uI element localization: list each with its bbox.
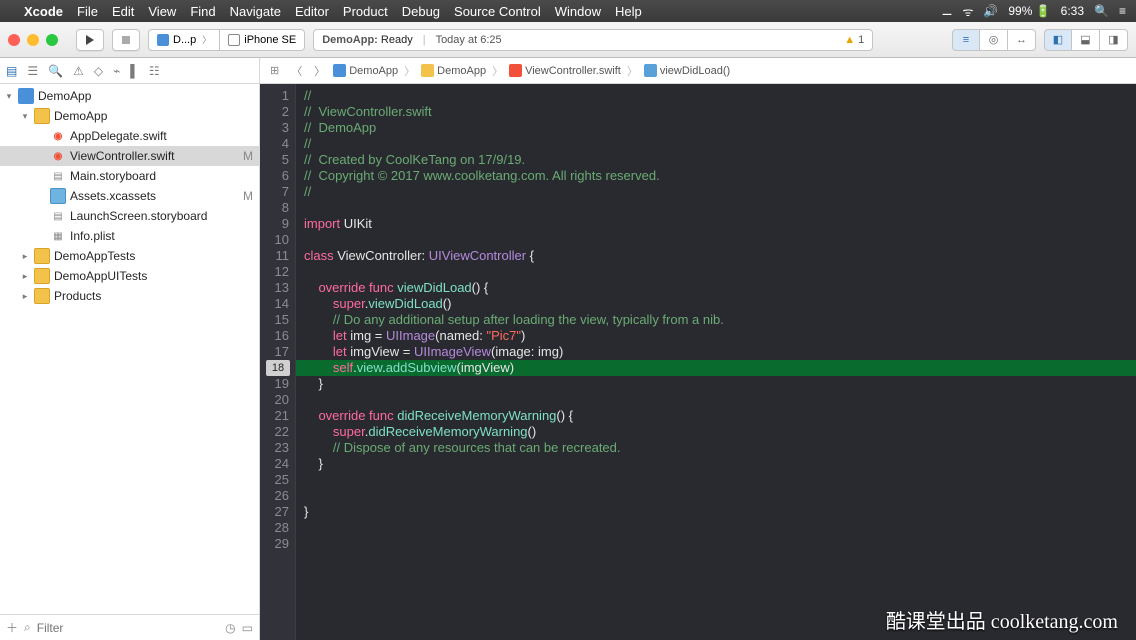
volume-icon[interactable]: 🔊 (983, 4, 998, 18)
scheme-selector[interactable]: D...p 〉 iPhone SE (148, 29, 305, 51)
tree-node[interactable]: Assets.xcassetsM (0, 186, 259, 206)
wifi-icon[interactable]: ᯤ (962, 3, 973, 20)
menu-view[interactable]: View (148, 4, 176, 19)
activity-app: DemoApp: (322, 34, 378, 46)
scheme-app-icon (157, 34, 169, 46)
navigator-selector[interactable]: ▤ ☰ 🔍 ⚠ ◇ ⌁ ▌ ☷ (0, 58, 259, 84)
menu-product[interactable]: Product (343, 4, 388, 19)
project-navigator-icon[interactable]: ▤ (6, 64, 17, 78)
tree-node[interactable]: ▸Products (0, 286, 259, 306)
add-button[interactable]: ＋ (6, 619, 18, 636)
navigator-sidebar: ▤ ☰ 🔍 ⚠ ◇ ⌁ ▌ ☷ ▾DemoApp▾DemoApp◉AppDele… (0, 58, 260, 640)
bluetooth-icon[interactable]: ⚊ (942, 4, 953, 18)
menu-window[interactable]: Window (555, 4, 601, 19)
toggle-navigator-button[interactable]: ◧ (1044, 29, 1072, 51)
xcode-toolbar: D...p 〉 iPhone SE DemoApp: Ready | Today … (0, 22, 1136, 58)
recent-filter-icon[interactable]: ◷ (225, 621, 235, 635)
tree-node[interactable]: ▤LaunchScreen.storyboard (0, 206, 259, 226)
tree-node[interactable]: ▤Main.storyboard (0, 166, 259, 186)
report-navigator-icon[interactable]: ☷ (149, 64, 160, 78)
project-icon (333, 64, 346, 77)
breakpoint-navigator-icon[interactable]: ▌ (130, 64, 139, 78)
toggle-inspector-button[interactable]: ◨ (1100, 29, 1128, 51)
menu-extras-icon[interactable]: ≡ (1119, 4, 1126, 18)
stop-button[interactable] (112, 29, 140, 51)
issues-indicator[interactable]: ▲1 (844, 34, 864, 46)
source-editor[interactable]: 1234567891011121314151617181819202122232… (260, 84, 1136, 640)
editor-area: ⊞ 〈 〉 DemoApp〉 DemoApp〉 ViewController.s… (260, 58, 1136, 640)
tree-node[interactable]: ▸DemoAppTests (0, 246, 259, 266)
watermark: 酷课堂出品 coolketang.com (886, 614, 1118, 630)
tree-node[interactable]: ▸DemoAppUITests (0, 266, 259, 286)
related-items-icon[interactable]: ⊞ (270, 64, 279, 77)
swift-file-icon (509, 64, 522, 77)
menu-navigate[interactable]: Navigate (230, 4, 281, 19)
issue-navigator-icon[interactable]: ⚠ (73, 64, 84, 78)
code-content[interactable]: //// ViewController.swift// DemoApp//// … (296, 84, 1136, 640)
filter-icon: ⌕ (24, 620, 31, 635)
editor-mode-segmented[interactable]: ≡ ◎ ↔ (952, 29, 1036, 51)
chevron-right-icon: 〉 (202, 33, 211, 46)
method-icon (644, 64, 657, 77)
activity-time: Today at 6:25 (436, 34, 502, 46)
battery-status[interactable]: 99% 🔋 (1008, 4, 1050, 18)
scheme-device-label: iPhone SE (244, 34, 296, 46)
clock[interactable]: 6:33 (1061, 4, 1084, 18)
navigator-filter-bar: ＋ ⌕ ◷ ▭ (0, 614, 259, 640)
version-editor-button[interactable]: ↔ (1008, 29, 1036, 51)
standard-editor-button[interactable]: ≡ (952, 29, 980, 51)
menu-find[interactable]: Find (190, 4, 215, 19)
test-navigator-icon[interactable]: ◇ (94, 64, 103, 78)
tree-node[interactable]: ▦Info.plist (0, 226, 259, 246)
toggle-debug-area-button[interactable]: ⬓ (1072, 29, 1100, 51)
menu-sourcecontrol[interactable]: Source Control (454, 4, 541, 19)
menu-debug[interactable]: Debug (402, 4, 440, 19)
forward-button[interactable]: 〉 (314, 63, 325, 79)
scm-filter-icon[interactable]: ▭ (242, 621, 253, 635)
project-tree[interactable]: ▾DemoApp▾DemoApp◉AppDelegate.swift◉ViewC… (0, 84, 259, 614)
tree-node[interactable]: ◉AppDelegate.swift (0, 126, 259, 146)
tree-node[interactable]: ▾DemoApp (0, 86, 259, 106)
line-gutter[interactable]: 1234567891011121314151617181819202122232… (260, 84, 296, 640)
activity-status: Ready (381, 34, 413, 46)
folder-icon (421, 64, 434, 77)
tree-node[interactable]: ◉ViewController.swiftM (0, 146, 259, 166)
menu-help[interactable]: Help (615, 4, 642, 19)
menu-edit[interactable]: Edit (112, 4, 134, 19)
menu-editor[interactable]: Editor (295, 4, 329, 19)
panel-toggle-segmented[interactable]: ◧ ⬓ ◨ (1044, 29, 1128, 51)
menubar-app[interactable]: Xcode (24, 4, 63, 19)
debug-navigator-icon[interactable]: ⌁ (113, 64, 120, 78)
minimize-window-button[interactable] (27, 34, 39, 46)
find-navigator-icon[interactable]: 🔍 (48, 64, 63, 78)
assistant-editor-button[interactable]: ◎ (980, 29, 1008, 51)
tree-node[interactable]: ▾DemoApp (0, 106, 259, 126)
back-button[interactable]: 〈 (291, 63, 302, 79)
window-traffic-lights (8, 34, 58, 46)
macos-menubar: Xcode File Edit View Find Navigate Edito… (0, 0, 1136, 22)
filter-input[interactable] (37, 621, 219, 635)
zoom-window-button[interactable] (46, 34, 58, 46)
scheme-app-label: D...p (173, 34, 196, 46)
symbol-navigator-icon[interactable]: ☰ (27, 64, 38, 78)
close-window-button[interactable] (8, 34, 20, 46)
scheme-device-icon (228, 34, 240, 46)
jump-bar[interactable]: ⊞ 〈 〉 DemoApp〉 DemoApp〉 ViewController.s… (260, 58, 1136, 84)
activity-view: DemoApp: Ready | Today at 6:25 ▲1 (313, 29, 873, 51)
spotlight-icon[interactable]: 🔍 (1094, 4, 1109, 18)
menu-file[interactable]: File (77, 4, 98, 19)
run-button[interactable] (76, 29, 104, 51)
breakpoint-badge[interactable]: 18 (266, 360, 290, 376)
warning-icon: ▲ (844, 34, 855, 46)
